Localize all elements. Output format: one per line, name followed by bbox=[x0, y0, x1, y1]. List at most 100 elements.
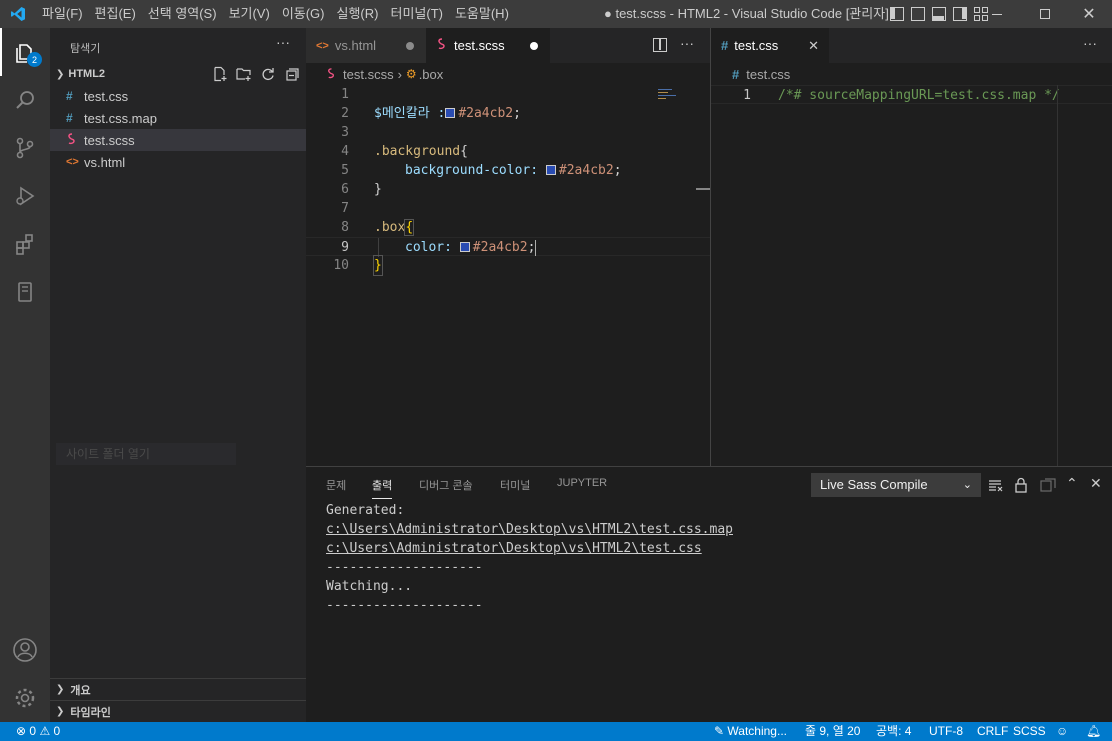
live-sass-status[interactable]: ✎ Watching... bbox=[714, 722, 787, 741]
menu-help[interactable]: 도움말(H) bbox=[449, 0, 515, 28]
css-selector: .box bbox=[374, 220, 406, 235]
clear-output-icon[interactable] bbox=[988, 478, 1003, 492]
file-test-css-map[interactable]: # test.css.map bbox=[50, 107, 306, 129]
end-of-line[interactable]: CRLF bbox=[977, 722, 1008, 741]
new-folder-icon[interactable] bbox=[236, 66, 252, 82]
breadcrumb-symbol[interactable]: .box bbox=[419, 67, 444, 82]
account-icon[interactable] bbox=[0, 626, 50, 674]
breadcrumb-file[interactable]: test.scss bbox=[343, 67, 394, 82]
minimize-button[interactable] bbox=[974, 0, 1020, 28]
css-file-icon: # bbox=[66, 111, 73, 125]
run-debug-icon[interactable] bbox=[0, 172, 50, 220]
menu-go[interactable]: 이동(G) bbox=[276, 0, 331, 28]
timeline-section[interactable]: ❯ 타임라인 bbox=[50, 700, 306, 722]
file-test-scss[interactable]: test.scss bbox=[50, 129, 306, 151]
color-swatch[interactable] bbox=[445, 107, 456, 118]
chevron-right-icon: ❯ bbox=[56, 706, 65, 717]
chevron-down-icon: ⌄ bbox=[962, 479, 972, 491]
collapse-all-icon[interactable] bbox=[284, 66, 300, 82]
search-icon[interactable] bbox=[0, 76, 50, 124]
source-control-icon[interactable] bbox=[0, 124, 50, 172]
css-file-icon: # bbox=[732, 66, 740, 82]
close-panel-icon[interactable]: ✕ bbox=[1090, 475, 1102, 492]
cursor-position[interactable]: 줄 9, 열 20 bbox=[805, 722, 860, 741]
menu-run[interactable]: 실행(R) bbox=[331, 0, 385, 28]
open-in-editor-icon[interactable] bbox=[1040, 478, 1056, 492]
indentation[interactable]: 공백: 4 bbox=[876, 722, 911, 741]
notifications-bell-icon[interactable]: 🔔︎ bbox=[1086, 722, 1101, 741]
file-test-css[interactable]: # test.css bbox=[50, 85, 306, 107]
toggle-secondary-sidebar-icon[interactable] bbox=[953, 7, 967, 21]
encoding[interactable]: UTF-8 bbox=[929, 722, 963, 741]
css-property: background-color: bbox=[405, 163, 539, 178]
unsaved-dot-icon[interactable] bbox=[530, 41, 538, 50]
output-link[interactable]: c:\Users\Administrator\Desktop\vs\HTML2\… bbox=[326, 520, 733, 539]
output-channel-select[interactable]: Live Sass Compile ⌄ bbox=[811, 473, 981, 497]
css-file-icon: # bbox=[721, 38, 729, 53]
toggle-sidebar-icon[interactable] bbox=[890, 7, 904, 21]
editor-more-actions-icon[interactable]: ··· bbox=[1083, 35, 1097, 51]
output-link[interactable]: c:\Users\Administrator\Desktop\vs\HTML2\… bbox=[326, 539, 702, 558]
scss-file-icon bbox=[326, 67, 337, 82]
toggle-panel-icon[interactable] bbox=[932, 7, 946, 21]
error-icon: ⊗ bbox=[16, 724, 27, 738]
menu-terminal[interactable]: 터미널(T) bbox=[384, 0, 448, 28]
scss-file-icon bbox=[436, 38, 448, 53]
color-swatch[interactable] bbox=[545, 164, 556, 175]
punctuation: ; bbox=[613, 163, 622, 178]
chevron-down-icon: ❯ bbox=[56, 68, 65, 80]
problems-status[interactable]: ⊗ 0 ⚠ 0 bbox=[16, 722, 60, 741]
maximize-button[interactable] bbox=[1022, 0, 1068, 28]
explorer-title: 탐색기 bbox=[70, 43, 101, 55]
file-vs-html[interactable]: <> vs.html bbox=[50, 151, 306, 173]
menu-selection[interactable]: 선택 영역(S) bbox=[142, 0, 223, 28]
menu-view[interactable]: 보기(V) bbox=[223, 0, 276, 28]
split-editor-icon[interactable] bbox=[653, 38, 667, 52]
title-bar: 파일(F) 편집(E) 선택 영역(S) 보기(V) 이동(G) 실행(R) 터… bbox=[0, 0, 1112, 28]
editor-more-actions-icon[interactable]: ··· bbox=[680, 35, 694, 51]
tab-jupyter[interactable]: JUPYTER bbox=[557, 477, 607, 499]
window-title: ● test.scss - HTML2 - Visual Studio Code… bbox=[604, 6, 889, 21]
lock-icon[interactable] bbox=[1014, 477, 1028, 493]
maximize-panel-icon[interactable]: ⌃ bbox=[1066, 475, 1078, 492]
minimap[interactable] bbox=[658, 87, 698, 107]
timeline-label: 타임라인 bbox=[70, 706, 111, 719]
tab-test-scss[interactable]: test.scss bbox=[426, 28, 550, 63]
brace: { bbox=[404, 219, 415, 236]
text-cursor bbox=[535, 239, 537, 256]
tab-vs-html[interactable]: <> vs.html bbox=[306, 28, 426, 63]
tab-problems[interactable]: 문제 bbox=[326, 477, 346, 499]
menu-bar: 파일(F) 편집(E) 선택 영역(S) 보기(V) 이동(G) 실행(R) 터… bbox=[36, 0, 515, 28]
settings-gear-icon[interactable] bbox=[0, 674, 50, 722]
drag-ghost: 사이트 폴더 열기 bbox=[56, 443, 236, 465]
feedback-icon[interactable]: ☺ bbox=[1056, 722, 1068, 741]
brace: } bbox=[374, 182, 382, 197]
close-tab-icon[interactable]: ✕ bbox=[808, 38, 819, 54]
toggle-editor-layout-icon[interactable] bbox=[911, 7, 925, 21]
menu-file[interactable]: 파일(F) bbox=[36, 0, 89, 28]
remote-explorer-icon[interactable] bbox=[0, 268, 50, 316]
code-editor-left[interactable]: 1 2 $메인칼라 : #2a4cb2; 3 4 .background{ 5 back… bbox=[306, 85, 710, 466]
close-window-button[interactable]: ✕ bbox=[1066, 0, 1112, 28]
tab-output[interactable]: 출력 bbox=[372, 477, 393, 499]
refresh-icon[interactable] bbox=[260, 66, 276, 82]
outline-section[interactable]: ❯ 개요 bbox=[50, 678, 306, 700]
color-swatch[interactable] bbox=[459, 241, 470, 252]
tab-test-css[interactable]: # test.css ✕ bbox=[711, 28, 829, 63]
new-file-icon[interactable] bbox=[212, 66, 228, 82]
color-value: #2a4cb2 bbox=[458, 106, 514, 121]
extensions-icon[interactable] bbox=[0, 220, 50, 268]
breadcrumb-right: # test.css bbox=[732, 63, 790, 85]
explorer-more-button[interactable]: ··· bbox=[276, 34, 290, 50]
language-mode[interactable]: SCSS bbox=[1013, 722, 1046, 741]
menu-edit[interactable]: 편집(E) bbox=[89, 0, 142, 28]
tab-terminal[interactable]: 터미널 bbox=[500, 477, 530, 499]
explorer-icon[interactable]: 2 bbox=[0, 28, 50, 76]
tab-debug-console[interactable]: 디버그 콘솔 bbox=[419, 477, 473, 499]
outline-label: 개요 bbox=[70, 684, 91, 697]
code-editor-right[interactable]: 1/*# sourceMappingURL=test.css.map */ bbox=[711, 85, 1112, 466]
activity-bar: 2 bbox=[0, 28, 50, 722]
project-folder-header[interactable]: ❯ HTML2 bbox=[50, 64, 306, 84]
breadcrumb-file[interactable]: test.css bbox=[746, 67, 790, 82]
output-channel-value: Live Sass Compile bbox=[820, 477, 928, 492]
